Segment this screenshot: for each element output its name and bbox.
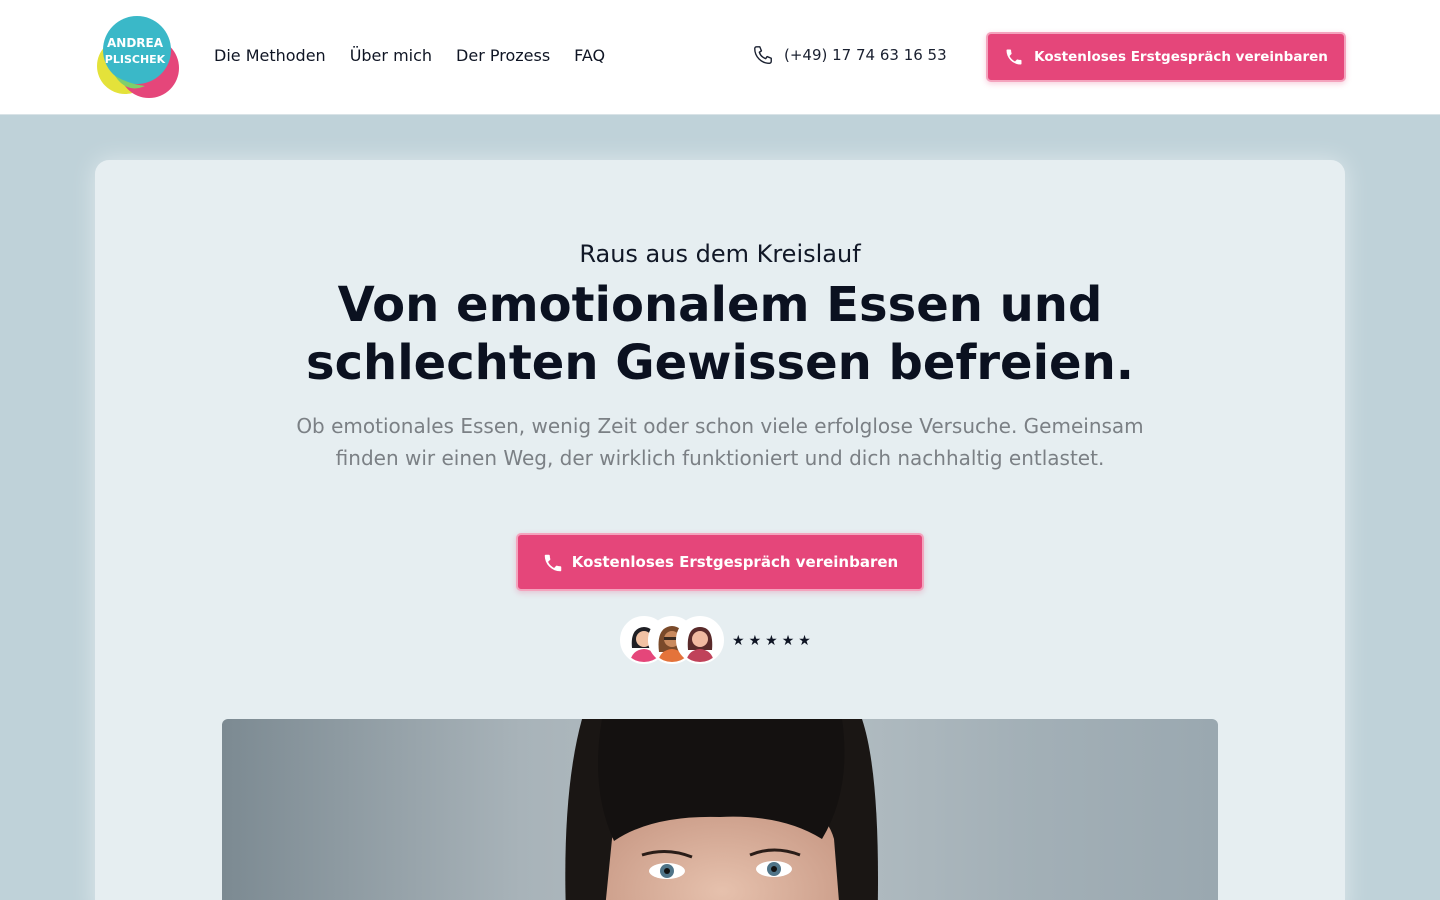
rating-stars: ★ ★ ★ ★ ★	[732, 633, 811, 649]
nav-item-methoden[interactable]: Die Methoden	[214, 45, 326, 67]
avatar-group	[620, 616, 726, 666]
main-nav: Die Methoden Über mich Der Prozess FAQ	[214, 45, 605, 67]
svg-text:ANDREA: ANDREA	[107, 36, 164, 50]
avatar	[676, 616, 724, 664]
star-icon: ★	[798, 633, 811, 649]
phone-filled-icon	[542, 552, 562, 572]
hero-cta-label: Kostenloses Erstgespräch vereinbaren	[571, 553, 899, 571]
hero-portrait-image	[222, 719, 1218, 900]
site-header: ANDREA PLISCHEK Die Methoden Über mich D…	[0, 0, 1440, 115]
hero-subtext: Ob emotionales Essen, wenig Zeit oder sc…	[296, 414, 1144, 470]
header-cta-button[interactable]: Kostenloses Erstgespräch vereinbaren	[986, 32, 1346, 82]
phone-link[interactable]: (+49) 17 74 63 16 53	[752, 44, 947, 66]
header-cta-label: Kostenloses Erstgespräch vereinbaren	[1034, 49, 1328, 65]
phone-number: (+49) 17 74 63 16 53	[784, 46, 947, 64]
hero-eyebrow: Raus aus dem Kreislauf	[579, 240, 861, 268]
star-icon: ★	[781, 633, 795, 649]
nav-item-ueber-mich[interactable]: Über mich	[350, 45, 432, 67]
hero-cta-button[interactable]: Kostenloses Erstgespräch vereinbaren	[516, 533, 924, 591]
logo[interactable]: ANDREA PLISCHEK	[95, 14, 183, 98]
star-icon: ★	[748, 633, 762, 649]
phone-outline-icon	[752, 44, 774, 66]
hero-section: Raus aus dem Kreislauf Von emotionalem E…	[95, 160, 1345, 900]
star-icon: ★	[732, 633, 745, 649]
phone-filled-icon	[1004, 47, 1024, 67]
hero-headline: Von emotionalem Essen und schlechten Gew…	[306, 277, 1134, 391]
social-proof: ★ ★ ★ ★ ★	[620, 616, 811, 666]
svg-text:PLISCHEK: PLISCHEK	[105, 53, 166, 66]
logo-icon: ANDREA PLISCHEK	[97, 16, 179, 98]
nav-item-faq[interactable]: FAQ	[574, 45, 605, 67]
star-icon: ★	[765, 633, 778, 649]
nav-item-prozess[interactable]: Der Prozess	[456, 45, 550, 67]
